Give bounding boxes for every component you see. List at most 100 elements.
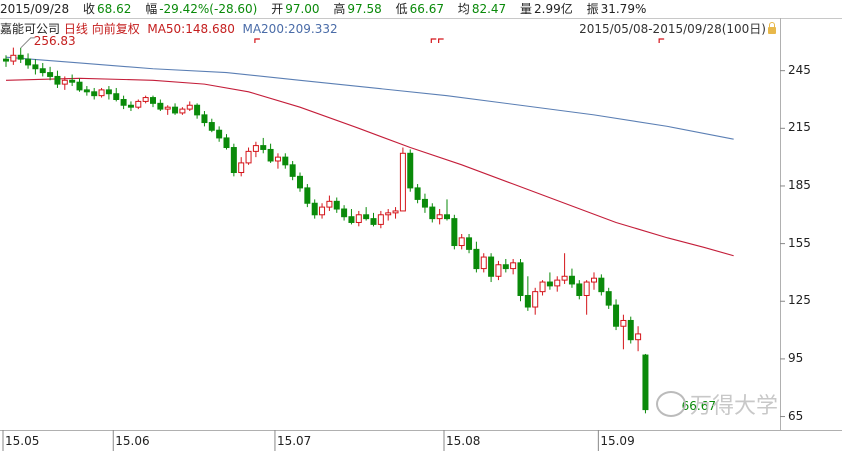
candle: [370, 212, 377, 227]
candle: [355, 210, 362, 227]
candle: [613, 299, 620, 331]
candle: [10, 47, 17, 65]
candle: [385, 209, 392, 221]
candle: [510, 258, 517, 275]
candle: [252, 141, 259, 158]
candle: [532, 287, 539, 315]
candle: [436, 209, 443, 225]
y-tick-label: 95: [788, 350, 804, 365]
candles: [3, 47, 649, 414]
candle-body: [164, 106, 171, 110]
candle: [142, 95, 149, 104]
candle-body: [341, 208, 348, 218]
candle-body: [179, 108, 186, 114]
candle-body: [370, 218, 377, 225]
candle-body: [399, 152, 406, 212]
candle: [157, 99, 164, 112]
candle: [421, 193, 428, 213]
candle-body: [488, 256, 495, 277]
high-annotation: 256.83: [33, 33, 76, 48]
candle: [326, 195, 333, 211]
candle-body: [377, 214, 384, 225]
candle: [642, 353, 649, 414]
candle: [113, 87, 120, 102]
candle-body: [495, 264, 502, 277]
candle-body: [282, 156, 289, 166]
candle-body: [47, 72, 54, 77]
candle: [635, 326, 642, 352]
y-tick-label: 185: [788, 177, 811, 192]
candle-body: [274, 156, 281, 162]
candle: [135, 99, 142, 110]
candle-body: [39, 68, 46, 74]
candlestick-chart[interactable]: [0, 0, 842, 451]
candle-body: [157, 102, 164, 110]
candle: [473, 241, 480, 273]
candle: [98, 87, 105, 98]
candle-body: [480, 256, 487, 270]
chart-frame: [0, 18, 842, 451]
candle: [568, 268, 575, 288]
candle: [311, 199, 318, 219]
candle: [561, 253, 568, 284]
candle-body: [83, 89, 90, 93]
x-tick-label: 15.05: [5, 434, 40, 448]
candle: [179, 107, 186, 115]
candle-body: [561, 275, 568, 281]
candle-body: [304, 187, 311, 204]
candle: [54, 70, 61, 88]
candle: [69, 74, 76, 87]
candle-body: [10, 54, 17, 62]
candle-body: [289, 164, 296, 177]
candle-body: [458, 237, 465, 247]
candle-body: [517, 262, 524, 296]
candle: [377, 210, 384, 229]
candle: [466, 234, 473, 254]
candle: [267, 143, 274, 163]
candle-body: [613, 304, 620, 327]
watermark: 万得大学: [656, 388, 779, 419]
candle: [83, 86, 90, 96]
candle: [120, 95, 127, 110]
x-tick-label: 15.09: [600, 434, 635, 448]
candle-body: [194, 104, 201, 116]
candle-body: [444, 214, 450, 220]
wechat-icon: [656, 391, 686, 417]
candle-body: [267, 148, 274, 162]
candle: [444, 199, 450, 221]
candle: [598, 274, 605, 296]
period-marker: [658, 38, 665, 43]
candle: [458, 234, 465, 250]
candle-body: [627, 319, 634, 341]
candle: [150, 95, 156, 108]
candle: [304, 184, 311, 208]
candle: [194, 103, 201, 119]
candle: [480, 253, 487, 273]
candle: [76, 78, 83, 92]
candle-body: [414, 187, 421, 200]
candle: [47, 66, 54, 81]
candle-body: [150, 97, 156, 104]
candle-body: [598, 277, 605, 293]
candle: [172, 103, 179, 115]
candle: [407, 149, 414, 192]
candle: [341, 205, 348, 221]
candle-body: [223, 137, 230, 149]
candle-body: [546, 281, 553, 287]
candle-body: [642, 354, 649, 411]
watermark-text: 万得大学: [690, 394, 779, 419]
candle-body: [421, 198, 428, 208]
candle-body: [69, 79, 76, 83]
candle-body: [392, 210, 399, 214]
candle-body: [201, 114, 208, 124]
candle: [627, 316, 634, 344]
candle-body: [216, 129, 223, 139]
candle-body: [363, 214, 370, 220]
candle-body: [333, 200, 340, 210]
candle-body: [451, 218, 458, 247]
candle: [32, 59, 39, 75]
candle: [201, 111, 208, 127]
candle-body: [260, 145, 267, 150]
candle: [414, 184, 421, 204]
candle: [245, 147, 252, 165]
